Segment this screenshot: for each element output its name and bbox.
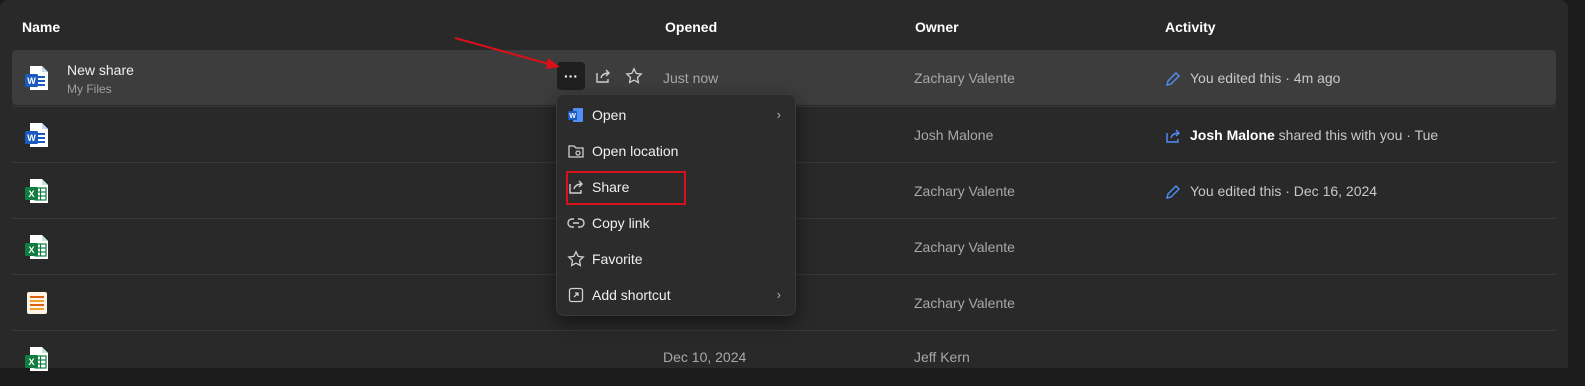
svg-text:X: X [28,357,34,367]
list-file-icon [27,292,47,314]
opened-cell: Just now [663,70,719,86]
annotation-highlight-box [566,171,686,205]
excel-file-icon: X [25,347,48,371]
menu-item-label: Favorite [592,251,643,267]
activity-text: You edited this · 4m ago [1190,70,1341,86]
folder-location-icon [568,145,584,158]
owner-cell: Josh Malone [914,127,994,143]
column-header-name[interactable]: Name [22,19,60,35]
pencil-icon [1166,72,1180,87]
owner-cell: Zachary Valente [914,239,1015,255]
svg-text:X: X [28,189,34,199]
activity-cell: You edited this · 4m ago [1164,70,1340,88]
word-file-icon: W [25,123,48,147]
excel-file-icon: X [25,235,48,259]
link-icon [567,218,585,228]
file-location: My Files [67,82,112,96]
file-name[interactable]: New share [67,62,134,78]
column-header-activity[interactable]: Activity [1165,19,1216,35]
column-header-row: Name Opened Owner Activity [0,0,1568,52]
svg-text:W: W [569,113,576,120]
menu-item-label: Open [592,107,627,123]
context-menu: W Open › Open location Share Copy link F… [556,94,796,316]
pencil-icon [1166,185,1180,200]
activity-text: You edited this · Dec 16, 2024 [1190,183,1378,199]
star-icon [567,250,585,267]
menu-item-copy-link[interactable]: Copy link [557,205,795,241]
menu-item-open[interactable]: W Open › [557,97,795,133]
share-icon [1166,129,1180,143]
file-row[interactable]: X Dec 10, 2024 Jeff Kern [12,330,1556,386]
menu-item-add-shortcut[interactable]: Add shortcut › [557,277,795,313]
owner-cell: Zachary Valente [914,70,1015,86]
activity-cell: You edited this · Dec 16, 2024 [1164,183,1377,201]
shortcut-icon [568,287,584,303]
owner-cell: Zachary Valente [914,183,1015,199]
opened-cell: Dec 10, 2024 [663,349,747,365]
menu-item-label: Add shortcut [592,287,671,303]
activity-user: Josh Malone [1190,127,1275,143]
menu-item-favorite[interactable]: Favorite [557,241,795,277]
word-file-icon: W [25,66,48,90]
column-header-owner[interactable]: Owner [915,19,959,35]
activity-text: shared this with you · Tue [1274,127,1439,143]
menu-item-label: Copy link [592,215,650,231]
excel-file-icon: X [25,179,48,203]
share-icon[interactable] [594,67,612,85]
owner-cell: Zachary Valente [914,295,1015,311]
more-options-button[interactable]: ··· [557,62,585,90]
star-icon[interactable] [625,67,643,85]
svg-text:W: W [27,133,36,143]
chevron-right-icon: › [776,287,781,302]
svg-text:W: W [27,76,36,86]
activity-cell: Josh Malone shared this with you · Tue [1164,127,1438,145]
owner-cell: Jeff Kern [914,349,970,365]
menu-item-label: Open location [592,143,679,159]
word-icon: W [568,108,583,122]
chevron-right-icon: › [776,107,781,122]
menu-item-open-location[interactable]: Open location [557,133,795,169]
column-header-opened[interactable]: Opened [665,19,717,35]
svg-text:X: X [28,245,34,255]
